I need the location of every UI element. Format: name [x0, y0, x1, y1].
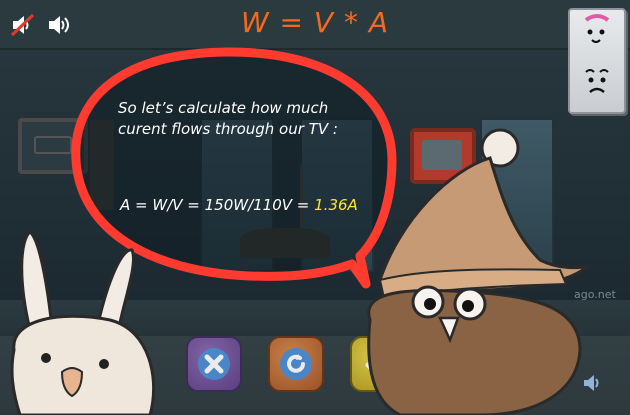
rabbit-character	[10, 230, 156, 415]
replay-button[interactable]	[268, 336, 324, 392]
equation-text: A = W/V = 150W/110V =	[120, 196, 315, 214]
speaker-icon-bottom[interactable]	[582, 372, 604, 394]
replay-icon	[280, 348, 312, 380]
bubble-line-1: So let’s calculate how much	[118, 99, 329, 117]
cancel-button[interactable]	[186, 336, 242, 392]
game-stage: W = V * A So let’s calculate how much cu…	[0, 0, 630, 415]
gnome-character	[367, 128, 589, 415]
close-icon	[198, 348, 230, 380]
